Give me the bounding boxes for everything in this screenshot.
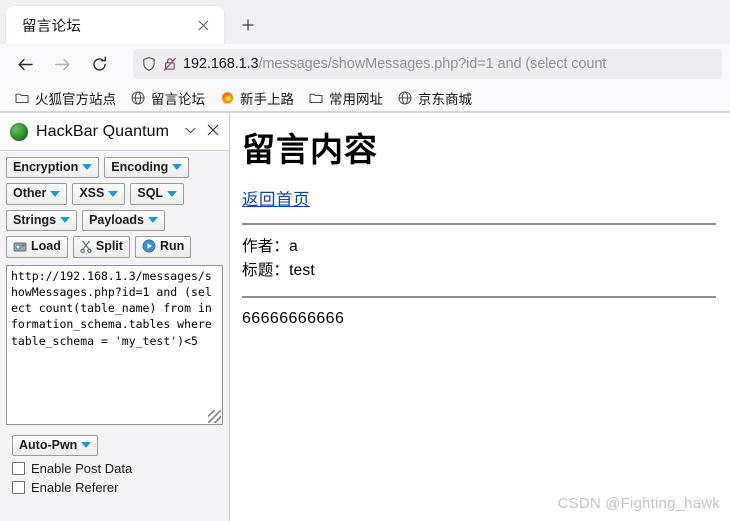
hackbar-logo-icon <box>10 122 28 141</box>
author-line: 作者：a <box>242 238 298 256</box>
url-text: 192.168.1.3/messages/showMessages.php?id… <box>183 56 606 72</box>
run-label: Run <box>159 239 185 254</box>
chevron-down-icon[interactable] <box>185 126 196 137</box>
back-arrow-icon[interactable] <box>8 48 42 80</box>
load-icon <box>13 240 27 252</box>
reload-icon[interactable] <box>82 48 116 80</box>
firefox-icon <box>219 90 235 106</box>
hackbar-button-row-3: Strings Payloads <box>6 209 223 232</box>
caret-down-icon <box>82 164 93 171</box>
forward-arrow-icon[interactable] <box>45 48 79 80</box>
bookmark-item-jd-mall[interactable]: 京东商城 <box>391 86 478 110</box>
enable-referer-row[interactable]: Enable Referer <box>12 480 217 495</box>
payloads-button[interactable]: Payloads <box>82 209 165 232</box>
hackbar-header: HackBar Quantum <box>0 113 229 151</box>
globe-icon <box>397 90 413 106</box>
navigation-toolbar: 192.168.1.3/messages/showMessages.php?id… <box>0 44 730 84</box>
bookmarks-bar: 火狐官方站点 留言论坛 新手上路 常用网址 京东商城 <box>0 84 730 112</box>
run-icon <box>142 239 156 253</box>
caret-down-icon <box>60 216 71 223</box>
hackbar-title: HackBar Quantum <box>36 122 170 140</box>
sql-button[interactable]: SQL <box>130 183 185 205</box>
bookmark-label: 京东商城 <box>418 91 472 107</box>
encoding-label: Encoding <box>111 160 169 174</box>
bookmark-label: 常用网址 <box>329 91 383 107</box>
lock-crossed-icon[interactable] <box>162 56 178 72</box>
url-path: /messages/showMessages.php?id=1 and (sel… <box>258 56 607 72</box>
caret-down-icon <box>81 441 92 448</box>
folder-icon <box>14 90 30 106</box>
auto-pwn-label: Auto-Pwn <box>19 437 78 452</box>
other-label: Other <box>13 186 47 201</box>
bookmark-item-getting-started[interactable]: 新手上路 <box>213 86 300 110</box>
url-host: 192.168.1.3 <box>183 56 259 72</box>
encryption-label: Encryption <box>13 160 79 174</box>
bookmark-item-firefox-official[interactable]: 火狐官方站点 <box>8 86 122 110</box>
shield-icon[interactable] <box>141 56 157 72</box>
caret-down-icon <box>50 190 61 197</box>
page-title: 留言内容 <box>242 131 378 168</box>
url-textarea[interactable] <box>7 265 222 424</box>
enable-post-data-checkbox[interactable] <box>12 461 25 475</box>
auto-pwn-button[interactable]: Auto-Pwn <box>12 434 99 456</box>
payloads-label: Payloads <box>89 212 144 227</box>
hackbar-footer: Auto-Pwn Enable Post Data Enable Referer <box>6 425 223 495</box>
page-content: 留言内容 返回首页 作者：a 标题：test 66666666666 CSDN … <box>230 113 730 521</box>
url-bar[interactable]: 192.168.1.3/messages/showMessages.php?id… <box>133 49 722 79</box>
hackbar-button-row-2: Other XSS SQL <box>6 183 223 205</box>
message-body: 66666666666 <box>242 310 345 328</box>
strings-label: Strings <box>13 212 57 227</box>
browser-tab[interactable]: 留言论坛 <box>6 6 224 44</box>
bookmark-label: 新手上路 <box>240 91 294 107</box>
run-button[interactable]: Run <box>134 236 192 258</box>
strings-button[interactable]: Strings <box>6 209 78 232</box>
bookmark-label: 留言论坛 <box>151 91 205 107</box>
split-label: Split <box>95 239 123 254</box>
bookmark-label: 火狐官方站点 <box>35 91 116 107</box>
encoding-button[interactable]: Encoding <box>104 157 190 179</box>
folder-icon <box>308 90 324 106</box>
split-icon <box>80 240 92 253</box>
sql-label: SQL <box>137 186 164 201</box>
auto-pwn-row: Auto-Pwn <box>12 434 217 456</box>
close-icon[interactable] <box>192 14 214 36</box>
back-to-home-link[interactable]: 返回首页 <box>242 186 310 210</box>
enable-post-data-row[interactable]: Enable Post Data <box>12 461 217 476</box>
caret-down-icon <box>108 190 119 197</box>
xss-button[interactable]: XSS <box>72 183 126 205</box>
caret-down-icon <box>147 216 158 223</box>
tab-strip: 留言论坛 <box>0 0 730 44</box>
bookmark-item-common-sites[interactable]: 常用网址 <box>302 86 389 110</box>
hackbar-button-row-1: Encryption Encoding <box>6 157 223 179</box>
hackbar-action-row: Load Split Run <box>6 236 223 258</box>
enable-post-data-label: Enable Post Data <box>31 460 133 476</box>
enable-referer-label: Enable Referer <box>31 479 119 495</box>
title-line: 标题：test <box>242 262 315 280</box>
hackbar-body: Encryption Encoding Other XSS SQL String… <box>0 151 229 521</box>
tab-title: 留言论坛 <box>22 18 82 35</box>
close-icon[interactable] <box>205 124 221 139</box>
xss-label: XSS <box>79 186 105 201</box>
bookmark-item-message-forum[interactable]: 留言论坛 <box>124 86 211 110</box>
globe-icon <box>130 90 146 106</box>
load-button[interactable]: Load <box>6 236 68 258</box>
browser-chrome: 留言论坛 192.168.1.3/messages/showMessages.p… <box>0 0 730 113</box>
divider-bottom <box>242 296 716 299</box>
other-button[interactable]: Other <box>6 183 68 205</box>
hackbar-sidebar: HackBar Quantum Encryption Encoding Othe… <box>0 113 230 521</box>
viewport: HackBar Quantum Encryption Encoding Othe… <box>0 113 730 521</box>
encryption-button[interactable]: Encryption <box>6 157 100 179</box>
caret-down-icon <box>172 164 183 171</box>
divider-top <box>242 223 716 226</box>
caret-down-icon <box>167 190 178 197</box>
new-tab-button[interactable] <box>232 9 264 41</box>
load-label: Load <box>31 239 61 254</box>
split-button[interactable]: Split <box>72 236 130 258</box>
url-textarea-wrapper <box>6 264 223 425</box>
enable-referer-checkbox[interactable] <box>12 480 25 494</box>
resize-handle[interactable] <box>208 409 221 423</box>
watermark: CSDN @Fighting_hawk <box>557 495 720 512</box>
